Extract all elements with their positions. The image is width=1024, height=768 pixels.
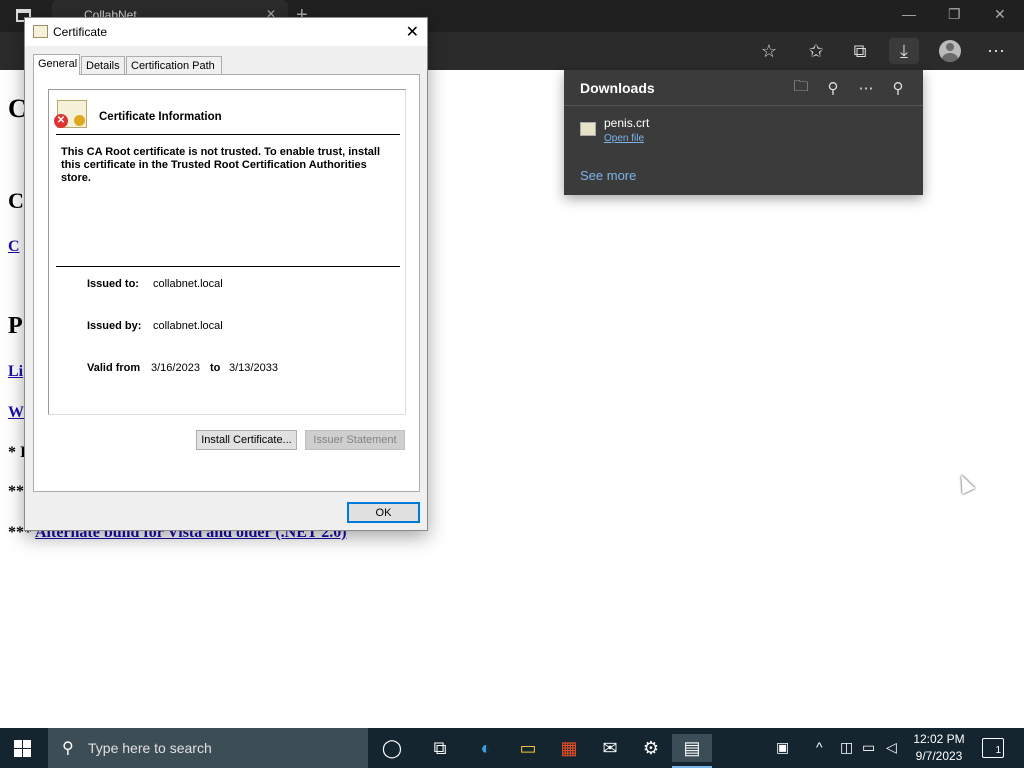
open-file-link[interactable]: Open file (604, 133, 649, 144)
page-link-3[interactable]: W (8, 404, 24, 422)
seal-icon (74, 115, 85, 126)
meet-now-icon[interactable]: ◫ (840, 739, 853, 756)
collections-icon[interactable]: ⧉ (845, 38, 875, 64)
favorites-icon[interactable]: ✩ (801, 38, 831, 64)
issued-to-label: Issued to: (87, 278, 139, 290)
see-more-link[interactable]: See more (580, 168, 636, 183)
cortana-icon[interactable]: ◯ (378, 734, 406, 762)
volume-muted-icon[interactable]: ◁ (886, 739, 897, 756)
network-icon[interactable]: ▭ (862, 739, 875, 756)
window-close-button[interactable]: ✕ (994, 6, 1006, 23)
page-heading-2: C (8, 188, 24, 213)
taskbar: ⚲ Type here to search ◯ ⧉ ◐ ▭ ▦ ✉ ⚙ ▤ ▣ … (0, 728, 1024, 768)
valid-to-label: to (210, 362, 221, 374)
page-link-2[interactable]: Li (8, 363, 23, 381)
tab-certification-path[interactable]: Certification Path (126, 56, 222, 74)
settings-gear-icon[interactable]: ⚙ (637, 734, 665, 762)
downloads-icon[interactable]: ⤓ (889, 38, 919, 64)
settings-menu-button[interactable]: ⋯ (981, 38, 1011, 64)
avatar (939, 40, 961, 62)
divider (56, 134, 400, 135)
add-favorite-icon[interactable]: ☆ (754, 38, 784, 64)
page-heading-3: P (8, 313, 23, 339)
certificate-info-title: Certificate Information (99, 111, 222, 123)
taskbar-search-box[interactable]: ⚲ Type here to search (48, 728, 368, 768)
install-certificate-button[interactable]: Install Certificate... (196, 430, 297, 450)
download-item[interactable]: penis.crt Open file (580, 116, 649, 144)
clock-date: 9/7/2023 (915, 749, 963, 763)
certificate-file-icon (580, 122, 596, 136)
downloads-panel: Downloads 🗀 ⚲ ⋯ ⚲ penis.crt Open file Se… (564, 70, 923, 195)
dialog-title-bar: Certificate ✕ (25, 18, 427, 46)
mail-icon[interactable]: ✉ (596, 734, 624, 762)
restore-button[interactable]: ❐ (948, 6, 961, 23)
valid-from-value: 3/16/2023 (151, 362, 200, 374)
download-file-name: penis.crt (604, 116, 650, 130)
task-view-icon[interactable]: ⧉ (426, 734, 454, 762)
profile-button[interactable] (935, 38, 965, 64)
error-icon: ✕ (54, 114, 68, 128)
page-link-1[interactable]: C (8, 238, 20, 256)
issued-by-label: Issued by: (87, 320, 142, 332)
mouse-cursor (954, 471, 976, 495)
page-text-2: ** (8, 483, 24, 500)
issued-by-value: collabnet.local (153, 320, 223, 332)
tab-general[interactable]: General (33, 54, 80, 75)
system-clock[interactable]: 12:02 PM 9/7/2023 (908, 731, 970, 765)
show-hidden-icons-chevron-icon[interactable]: ^ (816, 739, 823, 755)
trust-warning-text: This CA Root certificate is not trusted.… (61, 146, 381, 184)
store-icon[interactable]: ▦ (555, 734, 583, 762)
dialog-title: Certificate (53, 25, 108, 39)
notification-center-icon[interactable]: 1 (982, 738, 1004, 758)
pin-icon[interactable]: ⚲ (887, 77, 909, 99)
general-tab-panel: ✕ Certificate Information This CA Root c… (33, 74, 420, 492)
news-widget-icon[interactable]: ▣ (776, 739, 789, 756)
notification-count: 1 (995, 745, 1001, 756)
valid-to-value: 3/13/2033 (229, 362, 278, 374)
open-folder-icon[interactable]: 🗀 (790, 77, 812, 99)
minimize-button[interactable]: — (902, 6, 916, 22)
search-icon[interactable]: ⚲ (822, 77, 844, 99)
certificate-taskbar-icon[interactable]: ▤ (672, 734, 712, 768)
issued-to-value: collabnet.local (153, 278, 223, 290)
tab-details[interactable]: Details (81, 56, 125, 74)
screen: CollabNet ✕ + — ❐ ✕ ☆ ✩ ⧉ ⤓ ⋯ C C C P Li… (0, 0, 1024, 768)
edge-browser-icon[interactable]: ◐ (472, 734, 500, 762)
search-icon: ⚲ (62, 740, 74, 757)
search-placeholder: Type here to search (88, 740, 212, 756)
ok-button[interactable]: OK (347, 502, 420, 523)
certificate-info-box: ✕ Certificate Information This CA Root c… (48, 89, 406, 415)
valid-from-label: Valid from (87, 362, 141, 374)
certificate-dialog: Certificate ✕ General Details Certificat… (24, 17, 428, 531)
windows-start-icon[interactable] (14, 740, 31, 757)
more-options-icon[interactable]: ⋯ (855, 77, 877, 99)
divider (56, 266, 400, 267)
clock-time: 12:02 PM (913, 732, 965, 746)
issuer-statement-button: Issuer Statement (305, 430, 405, 450)
untrusted-certificate-icon: ✕ (54, 100, 87, 128)
file-explorer-icon[interactable]: ▭ (514, 734, 542, 762)
certificate-icon (33, 25, 48, 38)
dialog-close-button[interactable]: ✕ (406, 22, 419, 42)
